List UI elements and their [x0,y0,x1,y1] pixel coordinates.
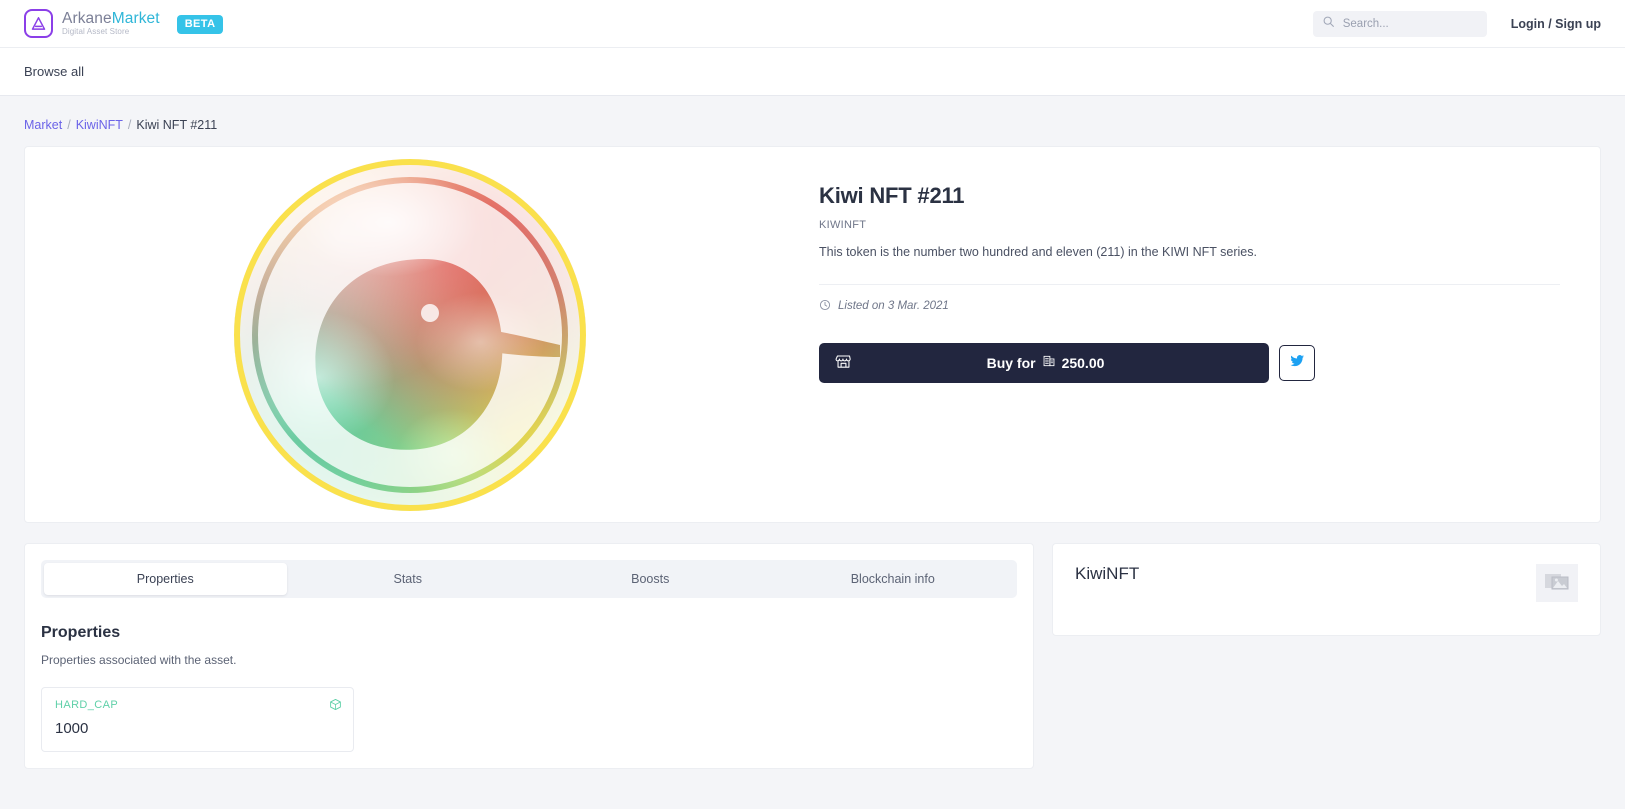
listed-date-row: Listed on 3 Mar. 2021 [819,299,1560,314]
properties-grid: HARD_CAP 1000 [41,687,1017,752]
asset-title: Kiwi NFT #211 [819,183,965,208]
buy-button-label: Buy for 250.00 [838,354,1253,371]
breadcrumb-separator-2: / [127,118,132,132]
property-key: HARD_CAP [55,699,119,711]
nav-item-browse-all[interactable]: Browse all [24,64,84,79]
twitter-icon [1289,353,1305,372]
brand-title: ArkaneMarket [62,9,160,27]
asset-artwork-pane [25,147,795,522]
asset-tabs: Properties Stats Boosts Blockchain info [41,560,1017,598]
arkane-logo-icon [24,9,53,38]
breadcrumb-link-market[interactable]: Market [24,118,62,132]
sub-navigation: Browse all [0,48,1625,96]
currency-icon [1042,354,1056,371]
header-actions: Login / Sign up [1312,10,1601,37]
buy-price: 250.00 [1061,354,1105,371]
asset-detail-card: Kiwi NFT #211 KIWINFT This token is the … [24,146,1601,523]
search-input[interactable] [1342,17,1478,30]
brand-text: ArkaneMarket Digital Asset Store [62,9,160,37]
asset-tabs-card: Properties Stats Boosts Blockchain info … [24,543,1034,769]
breadcrumb-link-collection[interactable]: KiwiNFT [76,118,123,132]
asset-description: This token is the number two hundred and… [819,245,1257,259]
buy-text: Buy for [986,354,1036,371]
collection-image-placeholder-icon [1536,564,1578,602]
listed-date-text: Listed on 3 Mar. 2021 [838,300,949,313]
info-divider [819,283,1560,285]
cube-icon [329,698,342,716]
tab-boosts[interactable]: Boosts [529,563,772,595]
buy-button[interactable]: Buy for 250.00 [819,342,1269,383]
brand-subtitle: Digital Asset Store [62,26,130,36]
brand-word-arkane: Arkane [62,9,112,27]
asset-collection-label[interactable]: KIWINFT [819,219,1560,231]
properties-section-subtitle: Properties associated with the asset. [41,653,237,667]
purchase-actions: Buy for 250.00 [819,342,1560,383]
property-value: 1000 [55,720,89,737]
breadcrumb-current: Kiwi NFT #211 [136,118,218,132]
share-twitter-button[interactable] [1279,344,1315,381]
asset-info-pane: Kiwi NFT #211 KIWINFT This token is the … [795,147,1600,522]
property-card[interactable]: HARD_CAP 1000 [41,687,354,752]
tab-properties[interactable]: Properties [44,563,287,595]
login-signup-link[interactable]: Login / Sign up [1511,17,1601,31]
tab-stats[interactable]: Stats [287,563,530,595]
kiwi-bird-glyph [234,158,586,511]
bottom-section: Properties Stats Boosts Blockchain info … [24,543,1601,769]
search-icon [1322,15,1335,33]
beta-badge: BETA [176,15,224,34]
collection-card[interactable]: KiwiNFT [1052,543,1601,636]
brand-word-market: Market [111,9,160,27]
breadcrumb-separator: / [67,118,71,132]
brand-logo[interactable]: ArkaneMarket Digital Asset Store BETA [24,9,224,38]
clock-icon [819,299,831,314]
search-box[interactable] [1312,10,1487,37]
site-header: ArkaneMarket Digital Asset Store BETA Lo… [0,0,1625,48]
collection-card-name: KiwiNFT [1075,564,1140,583]
tab-blockchain-info[interactable]: Blockchain info [772,563,1015,595]
properties-section-title: Properties [41,624,121,641]
asset-artwork-image[interactable] [234,158,586,511]
breadcrumb: Market / KiwiNFT / Kiwi NFT #211 [0,96,1625,146]
